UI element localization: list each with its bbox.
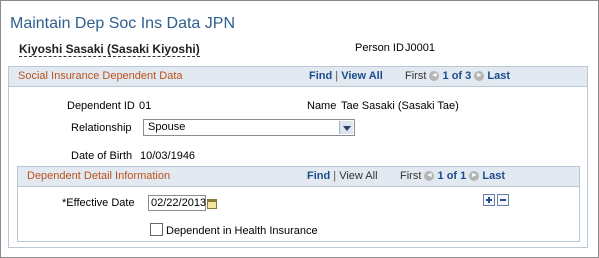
social-separator: | (335, 70, 339, 82)
date-of-birth-value: 10/03/1946 (140, 150, 196, 162)
detail-pagination: First ◄ 1 of 1 ► Last (400, 170, 505, 182)
left-arrow-icon[interactable]: ◄ (424, 171, 435, 182)
person-id-value: J0001 (405, 42, 435, 54)
dependent-id-label: Dependent ID (67, 100, 135, 112)
health-insurance-label: Dependent in Health Insurance (166, 225, 318, 237)
calendar-icon[interactable] (207, 199, 217, 209)
detail-record-counter: 1 of 1 (437, 170, 467, 182)
social-insurance-dependent-section: Social Insurance Dependent Data Find | V… (8, 66, 588, 248)
plus-icon[interactable] (483, 194, 495, 206)
effective-date-label: *Effective Date (62, 197, 135, 209)
social-find-link[interactable]: Find (309, 70, 332, 82)
detail-separator: | (333, 170, 337, 182)
right-arrow-icon[interactable]: ► (474, 71, 485, 82)
name-value: Tae Sasaki (Sasaki Tae) (341, 100, 459, 112)
detail-last-link[interactable]: Last (482, 170, 505, 182)
detail-first-label: First (400, 170, 422, 182)
social-find-viewall: Find | View All (309, 70, 383, 82)
social-record-counter: 1 of 3 (442, 70, 472, 82)
detail-find-viewall: Find | View All (307, 170, 378, 182)
right-arrow-icon[interactable]: ► (469, 171, 480, 182)
person-id-label: Person ID (355, 42, 404, 54)
detail-find-link[interactable]: Find (307, 170, 330, 182)
relationship-label: Relationship (71, 122, 132, 134)
name-label: Name (307, 100, 337, 112)
chevron-down-icon[interactable] (339, 121, 353, 134)
employee-name: Kiyoshi Sasaki (Sasaki Kiyoshi) (19, 42, 200, 57)
minus-icon[interactable] (497, 194, 509, 206)
social-view-all-link[interactable]: View All (341, 70, 383, 82)
page-title: Maintain Dep Soc Ins Data JPN (10, 15, 235, 32)
relationship-selected-value: Spouse (148, 121, 186, 133)
social-first-label: First (405, 70, 427, 82)
date-of-birth-label: Date of Birth (71, 150, 133, 162)
health-insurance-checkbox[interactable] (150, 223, 163, 236)
effective-date-field[interactable]: 02/22/2013 (148, 195, 206, 211)
dependent-id-value: 01 (139, 100, 152, 112)
social-last-link[interactable]: Last (487, 70, 510, 82)
dependent-detail-section: Dependent Detail Information Find | View… (17, 166, 580, 242)
detail-section-header: Dependent Detail Information Find | View… (18, 167, 579, 187)
social-section-header: Social Insurance Dependent Data Find | V… (9, 67, 587, 87)
social-pagination: First ◄ 1 of 3 ► Last (405, 70, 510, 82)
left-arrow-icon[interactable]: ◄ (429, 71, 440, 82)
detail-view-all-link[interactable]: View All (339, 170, 377, 182)
relationship-select[interactable]: Spouse (143, 119, 355, 136)
social-section-title: Social Insurance Dependent Data (18, 70, 183, 82)
detail-section-title: Dependent Detail Information (27, 170, 171, 182)
